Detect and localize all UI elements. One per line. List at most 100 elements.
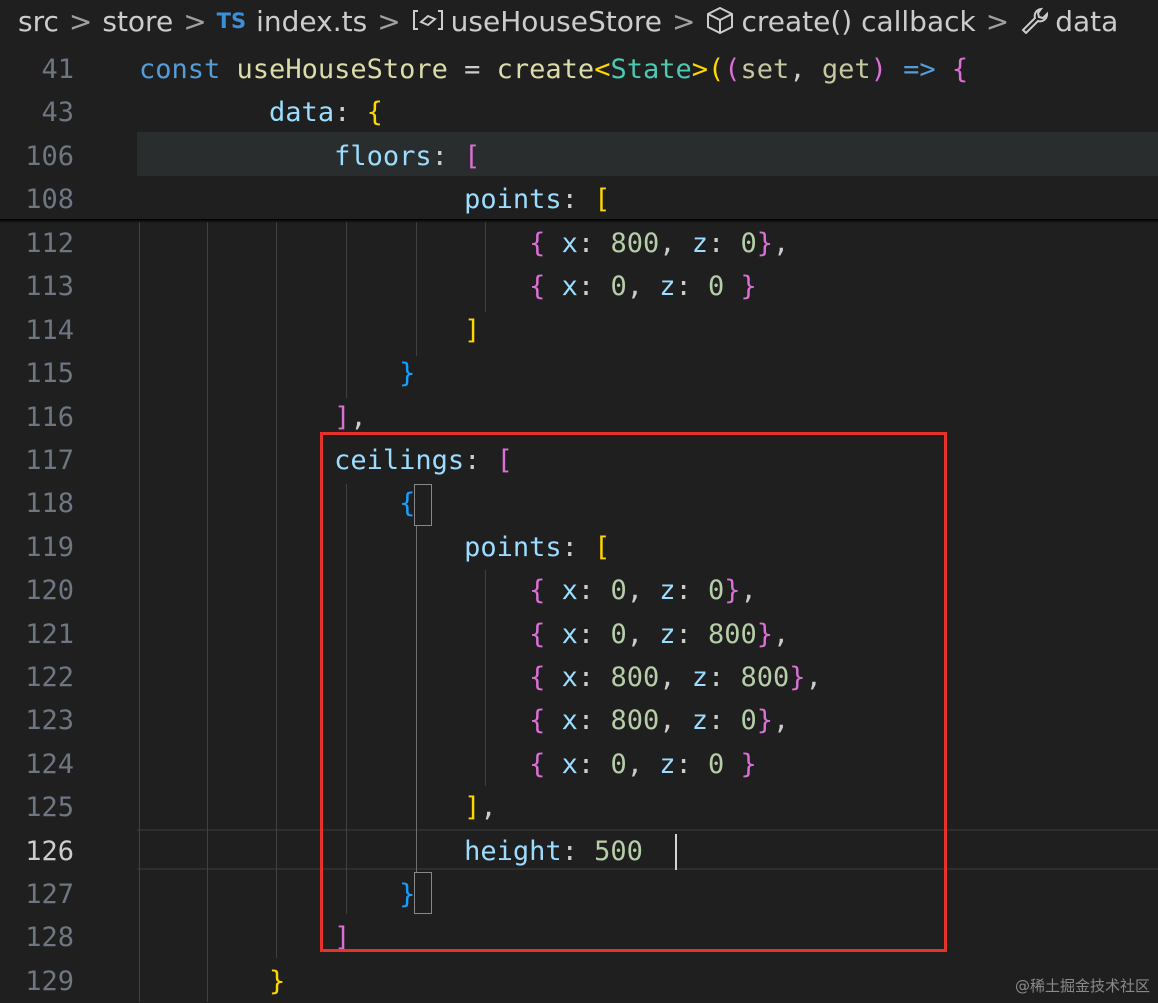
- code-text: { x: 0, z: 0 }: [139, 265, 757, 308]
- code-line[interactable]: 108 points: [: [0, 178, 1158, 221]
- line-number[interactable]: 124: [0, 743, 74, 786]
- breadcrumb-item-data[interactable]: data: [1019, 0, 1118, 43]
- code-token: ]: [334, 401, 351, 433]
- code-token: ,: [789, 54, 822, 85]
- breadcrumb-item-label: index.ts: [256, 5, 368, 38]
- code-line[interactable]: 41 const useHouseStore = create<State>((s…: [0, 48, 1158, 91]
- code-token: floors: [334, 140, 432, 172]
- code-token: :: [675, 271, 708, 303]
- code-token: [: [594, 184, 611, 216]
- code-token: <: [594, 54, 611, 85]
- code-text: }: [139, 352, 415, 395]
- code-token: get: [821, 54, 871, 85]
- code-token: :: [561, 184, 595, 216]
- code-token: 800: [610, 228, 660, 259]
- code-token: ,: [626, 271, 660, 303]
- code-token: =: [447, 54, 497, 85]
- line-number[interactable]: 122: [0, 656, 74, 699]
- code-token: [: [464, 140, 481, 172]
- line-number[interactable]: 121: [0, 613, 74, 656]
- annotation-highlight-box: [320, 432, 947, 952]
- code-token: create: [496, 54, 595, 85]
- code-token: {: [529, 228, 546, 259]
- code-line[interactable]: 114 ]: [0, 309, 1158, 352]
- line-number[interactable]: 113: [0, 265, 74, 308]
- code-token: }: [399, 358, 416, 390]
- chevron-right-icon: >: [985, 5, 1010, 38]
- code-line[interactable]: 129 }: [0, 960, 1158, 1003]
- code-token: z: [691, 228, 708, 259]
- wrench-property-icon: [1021, 7, 1049, 34]
- code-line[interactable]: 115 }: [0, 352, 1158, 395]
- code-token: :: [577, 271, 611, 303]
- sticky-scroll-shadow: [0, 219, 1158, 223]
- line-number[interactable]: 123: [0, 699, 74, 742]
- code-token: :: [577, 228, 611, 259]
- breadcrumb-item-src[interactable]: src: [18, 0, 59, 43]
- code-token: (: [724, 54, 741, 85]
- line-number[interactable]: 117: [0, 439, 74, 482]
- line-number[interactable]: 108: [0, 178, 74, 221]
- code-token: ,: [773, 228, 790, 259]
- code-token: data: [269, 97, 335, 129]
- line-number[interactable]: 41: [0, 48, 74, 91]
- breadcrumb-item-store[interactable]: store: [102, 0, 173, 43]
- code-text: { x: 800, z: 0},: [139, 222, 789, 265]
- line-number[interactable]: 127: [0, 873, 74, 916]
- sticky-scroll-header[interactable]: 41 const useHouseStore = create<State>((s…: [0, 45, 1158, 219]
- line-number[interactable]: 106: [0, 135, 74, 178]
- code-line[interactable]: 106 floors: [: [0, 135, 1158, 178]
- code-line[interactable]: 113 { x: 0, z: 0 }: [0, 265, 1158, 308]
- code-token: ): [870, 54, 887, 85]
- line-number[interactable]: 125: [0, 786, 74, 829]
- line-number[interactable]: 119: [0, 526, 74, 569]
- breadcrumb-item-file[interactable]: TS index.ts: [217, 0, 368, 43]
- code-token: :: [708, 228, 741, 259]
- breadcrumb-item-label: data: [1055, 5, 1119, 38]
- breadcrumb-item-callback[interactable]: create() callback: [705, 0, 976, 43]
- code-token: x: [545, 271, 578, 303]
- code-token: >: [691, 54, 709, 85]
- code-line[interactable]: 112 { x: 800, z: 0},: [0, 222, 1158, 265]
- code-token: =>: [886, 54, 952, 85]
- code-text: ]: [139, 916, 350, 959]
- line-number[interactable]: 128: [0, 916, 74, 959]
- code-token: useHouseStore: [236, 54, 448, 85]
- code-line[interactable]: 43 data: {: [0, 91, 1158, 134]
- line-number[interactable]: 116: [0, 396, 74, 439]
- line-number[interactable]: 114: [0, 309, 74, 352]
- breadcrumb-item-symbol[interactable]: useHouseStore: [411, 0, 662, 43]
- line-number[interactable]: 129: [0, 960, 74, 1003]
- variable-icon: [412, 10, 443, 30]
- code-token: z: [659, 271, 676, 303]
- code-token: }: [740, 271, 757, 303]
- code-token: ,: [350, 401, 367, 433]
- chevron-right-icon: >: [377, 5, 401, 38]
- code-text: data: {: [139, 91, 383, 134]
- code-token: }: [269, 965, 286, 997]
- code-token: :: [334, 97, 367, 129]
- method-cube-icon: [707, 6, 734, 34]
- line-number[interactable]: 43: [0, 91, 74, 134]
- code-token: points: [464, 184, 562, 216]
- code-token: }: [756, 228, 774, 259]
- line-number[interactable]: 126: [0, 830, 74, 873]
- breadcrumb-item-label: create() callback: [741, 5, 976, 38]
- code-token: ,: [659, 228, 692, 259]
- code-text: const useHouseStore = create<State>((set…: [139, 48, 968, 91]
- line-number[interactable]: 120: [0, 569, 74, 612]
- line-number[interactable]: 112: [0, 222, 74, 265]
- code-token: {: [951, 54, 969, 85]
- watermark: @稀土掘金技术社区: [1014, 977, 1150, 995]
- line-number[interactable]: 118: [0, 482, 74, 525]
- breadcrumb: src > store > TS index.ts > useHouseStore > creat…: [0, 0, 1158, 43]
- code-text: points: [: [139, 178, 610, 221]
- line-number[interactable]: 115: [0, 352, 74, 395]
